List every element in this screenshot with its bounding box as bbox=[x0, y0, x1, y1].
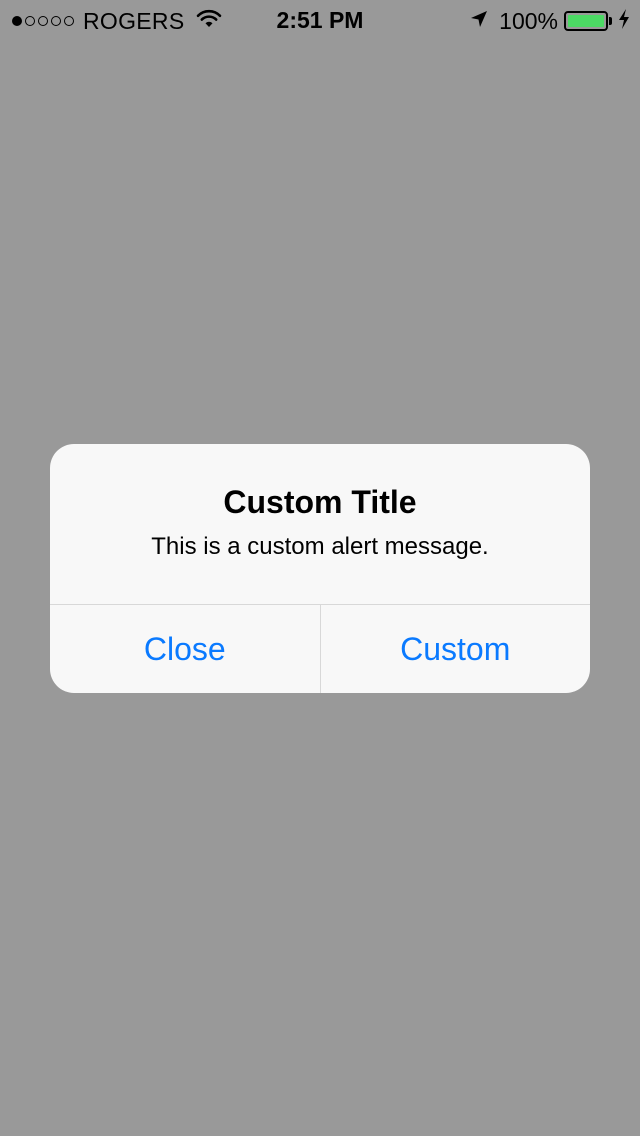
status-bar: ROGERS 2:51 PM 100% bbox=[0, 0, 640, 40]
battery-percent: 100% bbox=[499, 7, 558, 34]
battery-tip bbox=[609, 17, 612, 25]
alert-dialog: Custom Title This is a custom alert mess… bbox=[50, 444, 590, 693]
status-right: 100% bbox=[469, 8, 630, 34]
alert-actions: Close Custom bbox=[50, 605, 590, 693]
charging-bolt-icon bbox=[618, 8, 630, 35]
location-arrow-icon bbox=[469, 8, 489, 35]
battery-level-fill bbox=[568, 15, 604, 27]
close-button[interactable]: Close bbox=[50, 605, 320, 693]
alert-message: This is a custom alert message. bbox=[151, 533, 489, 560]
battery-icon bbox=[564, 11, 608, 31]
custom-button[interactable]: Custom bbox=[321, 605, 591, 693]
alert-title: Custom Title bbox=[223, 484, 417, 520]
alert-content: Custom Title This is a custom alert mess… bbox=[50, 444, 590, 604]
